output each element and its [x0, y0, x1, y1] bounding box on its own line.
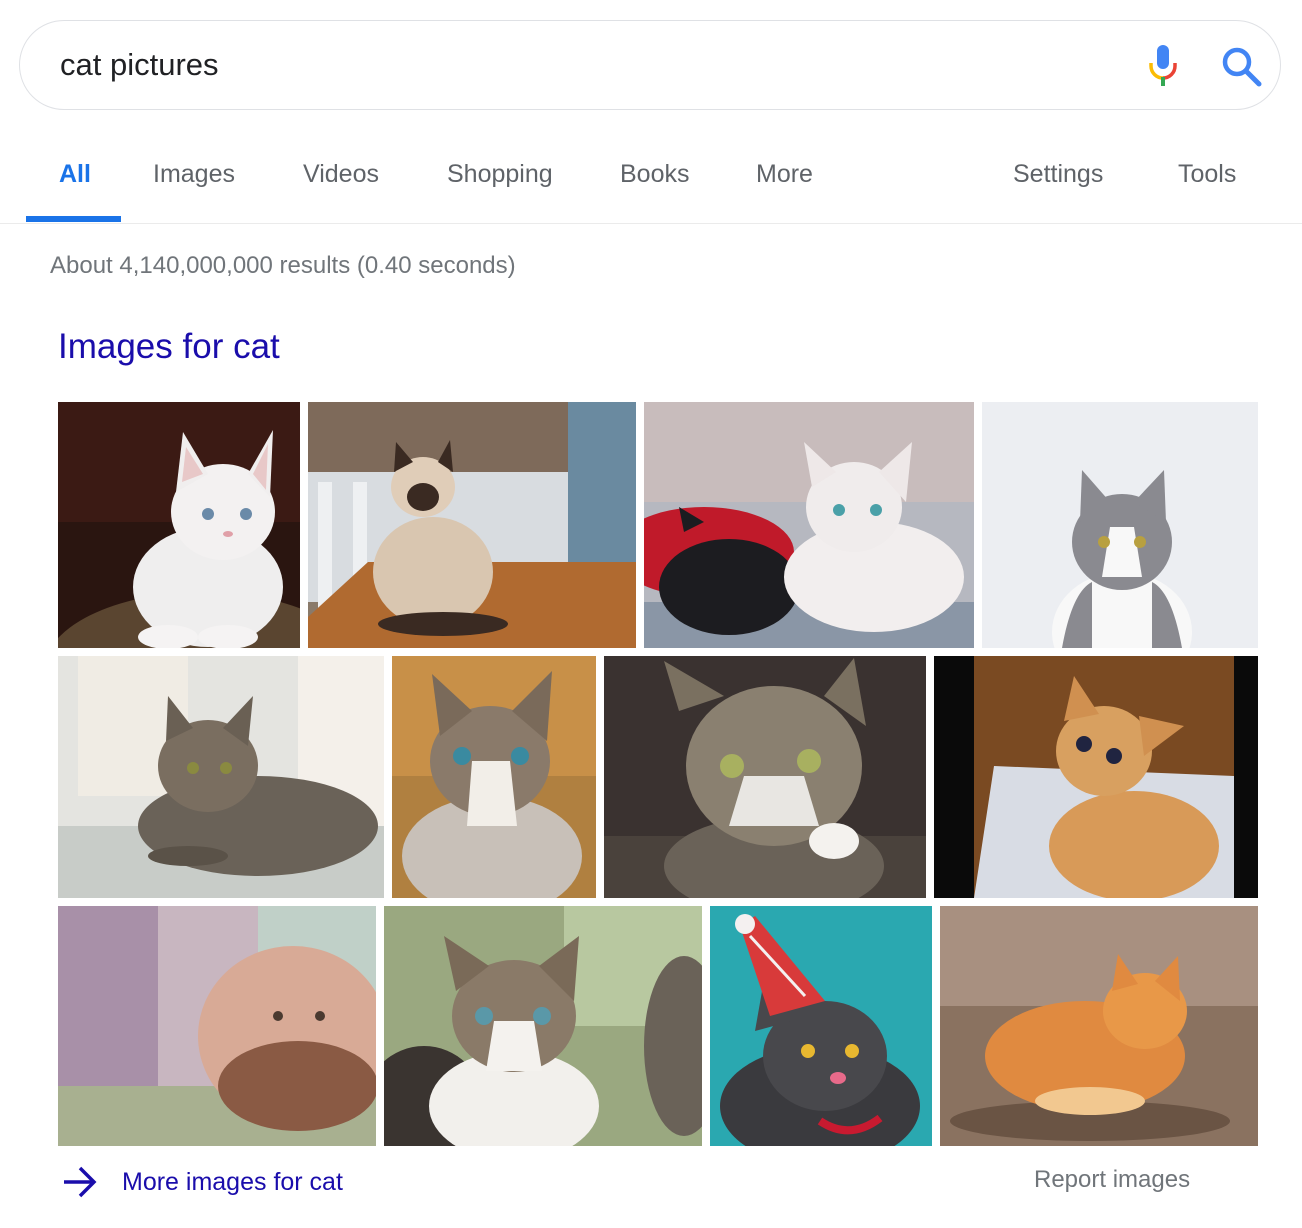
image-pack-title[interactable]: Images for cat	[58, 327, 280, 367]
tab-shopping[interactable]: Shopping	[447, 160, 553, 189]
cat-image	[392, 656, 596, 898]
cat-image	[940, 906, 1258, 1146]
more-images-link[interactable]: More images for cat	[60, 1162, 343, 1202]
magnifier-icon[interactable]	[1220, 45, 1262, 87]
cat-image	[604, 656, 926, 898]
search-input[interactable]	[60, 43, 1060, 87]
more-images-label: More images for cat	[122, 1167, 343, 1196]
cat-image	[58, 402, 300, 648]
image-thumbnail[interactable]	[710, 906, 932, 1146]
result-stats: About 4,140,000,000 results (0.40 second…	[50, 252, 516, 279]
image-thumbnail[interactable]	[392, 656, 596, 898]
tab-books[interactable]: Books	[620, 160, 689, 189]
image-thumbnail[interactable]	[58, 906, 376, 1146]
tab-images[interactable]: Images	[153, 160, 235, 189]
tab-videos[interactable]: Videos	[303, 160, 379, 189]
cat-image	[58, 656, 384, 898]
active-tab-indicator	[26, 216, 121, 222]
search-tabs: All Images Videos Shopping Books More Se…	[0, 130, 1302, 224]
cat-image	[384, 906, 702, 1146]
image-thumbnail[interactable]	[58, 656, 384, 898]
tab-settings[interactable]: Settings	[1013, 160, 1103, 189]
arrow-right-icon	[64, 1166, 97, 1198]
image-thumbnail[interactable]	[982, 402, 1258, 648]
tab-tools[interactable]: Tools	[1178, 160, 1236, 189]
cat-image	[982, 402, 1258, 648]
tab-more[interactable]: More	[756, 160, 813, 189]
microphone-icon[interactable]	[1145, 43, 1181, 87]
image-thumbnail[interactable]	[384, 906, 702, 1146]
report-images-link[interactable]: Report images	[1034, 1166, 1190, 1194]
image-thumbnail[interactable]	[308, 402, 636, 648]
cat-image	[308, 402, 636, 648]
image-thumbnail[interactable]	[58, 402, 300, 648]
image-thumbnail[interactable]	[940, 906, 1258, 1146]
cat-image	[58, 906, 376, 1146]
tab-all[interactable]: All	[59, 160, 91, 189]
image-thumbnail[interactable]	[644, 402, 974, 648]
search-box	[19, 20, 1281, 110]
cat-image	[710, 906, 932, 1146]
cat-image	[934, 656, 1258, 898]
image-thumbnail[interactable]	[934, 656, 1258, 898]
image-thumbnail[interactable]	[604, 656, 926, 898]
cat-image	[644, 402, 974, 648]
